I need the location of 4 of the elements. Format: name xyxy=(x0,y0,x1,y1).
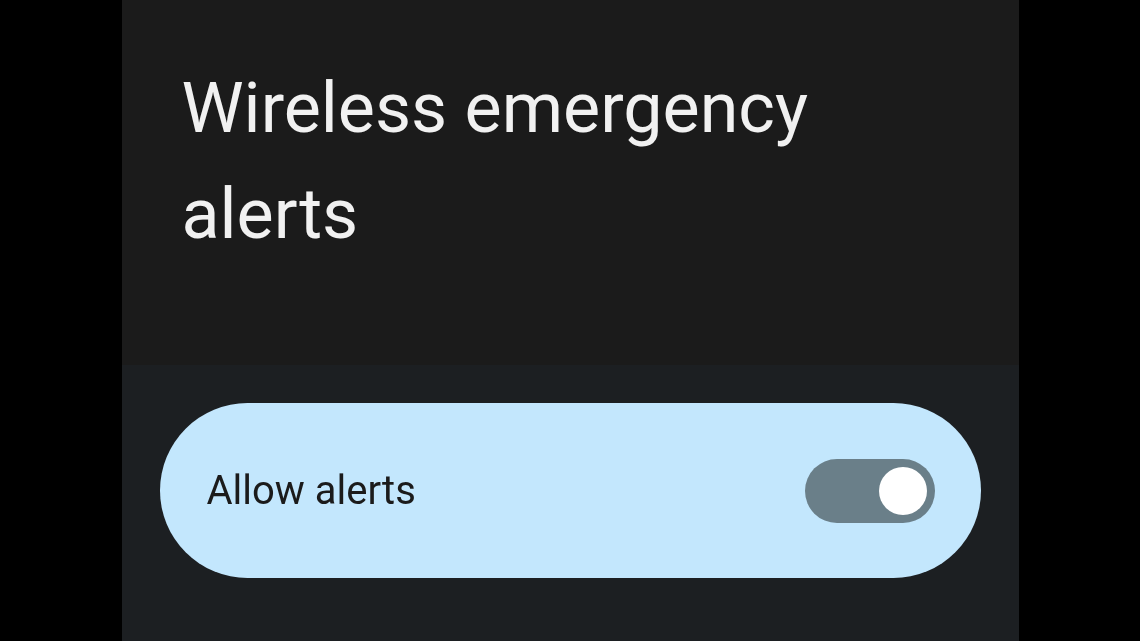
toggle-thumb xyxy=(878,466,927,515)
page-title: Wireless emergency alerts xyxy=(181,66,810,257)
allow-alerts-row[interactable]: Allow alerts xyxy=(159,403,981,578)
toggle-label: Allow alerts xyxy=(206,465,416,516)
